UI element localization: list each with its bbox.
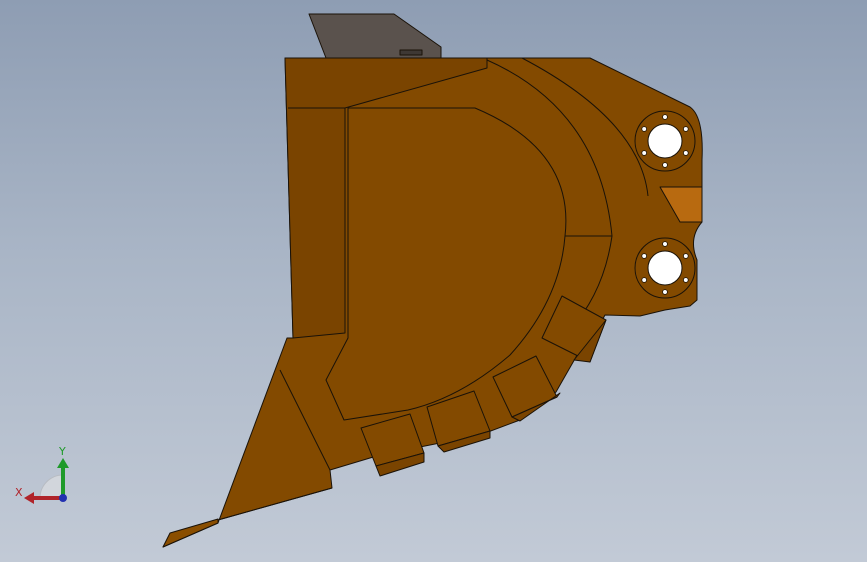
lower-pin-boss[interactable] <box>634 237 696 299</box>
lower-pin-hole <box>647 250 683 286</box>
bracket-slot <box>399 49 423 56</box>
bolt-hole <box>641 253 647 259</box>
x-axis-arrowhead <box>24 492 34 504</box>
top-bracket[interactable] <box>308 13 442 59</box>
z-axis-dot <box>59 494 67 502</box>
bolt-hole <box>662 162 668 168</box>
y-axis-label: Y <box>58 445 66 458</box>
bolt-hole <box>682 253 689 259</box>
bolt-hole <box>662 241 668 247</box>
cutting-edge-lip <box>162 518 219 548</box>
bolt-hole <box>662 114 668 120</box>
bolt-hole <box>682 150 689 156</box>
y-axis-arrowhead <box>57 458 69 468</box>
bolt-hole <box>662 289 668 295</box>
upper-pin-boss[interactable] <box>634 110 696 172</box>
bolt-hole <box>641 150 647 156</box>
cad-model-view[interactable]: Y X <box>0 0 867 562</box>
bolt-hole <box>641 277 647 283</box>
upper-pin-hole <box>647 123 683 159</box>
triad-plane-quadrant <box>39 474 64 499</box>
bolt-hole <box>682 277 689 283</box>
bolt-hole <box>682 126 689 132</box>
axis-triad: Y X <box>15 445 69 504</box>
x-axis-label: X <box>15 486 23 499</box>
bucket-body[interactable] <box>162 57 703 548</box>
bolt-hole <box>641 126 647 132</box>
graphics-viewport[interactable]: Y X <box>0 0 867 562</box>
